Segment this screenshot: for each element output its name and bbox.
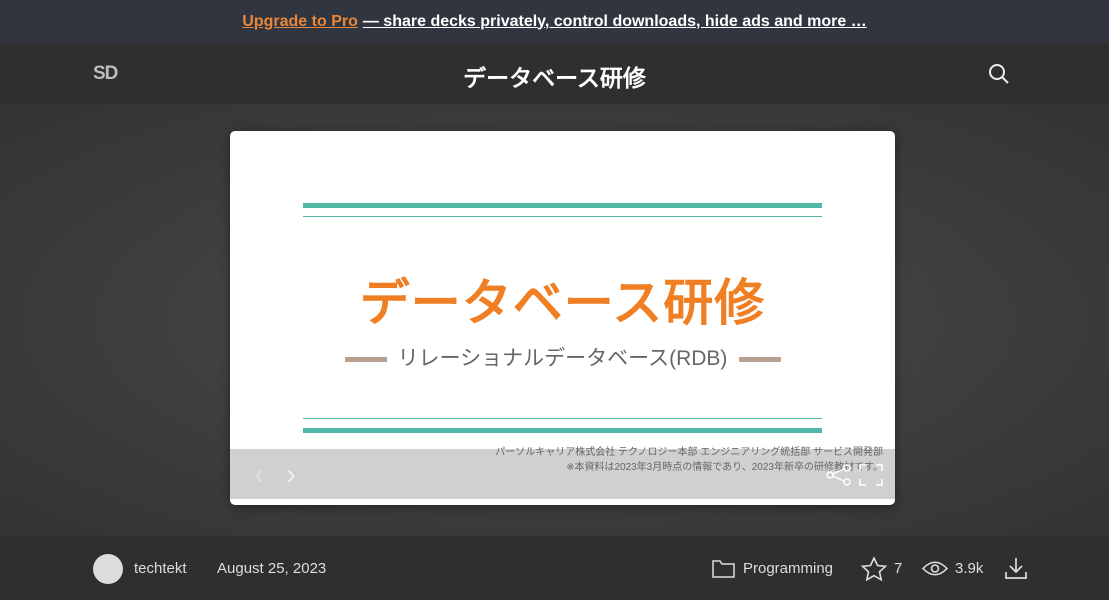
star-count: 7	[894, 560, 903, 577]
upgrade-pro-link[interactable]: Upgrade to Pro	[242, 13, 358, 31]
slide-viewer[interactable]: データベース研修 リレーショナルデータベース(RDB) パーソルキャリア株式会社…	[230, 131, 895, 505]
fullscreen-icon[interactable]	[859, 464, 883, 486]
publish-date: August 25, 2023	[217, 560, 327, 577]
folder-icon	[712, 560, 735, 578]
upgrade-details-link[interactable]: — share decks privately, control downloa…	[363, 13, 867, 31]
slide-subtitle: リレーショナルデータベース(RDB)	[397, 347, 728, 370]
search-icon[interactable]	[988, 63, 1010, 85]
bottom-rule-thick	[303, 428, 822, 433]
deck-footer: techtekt August 25, 2023 Programming 7 3…	[0, 536, 1109, 600]
top-header: SD データベース研修	[0, 43, 1109, 104]
download-icon[interactable]	[1004, 556, 1028, 580]
star-icon[interactable]	[861, 557, 887, 581]
upgrade-banner: Upgrade to Pro — share decks privately, …	[0, 0, 1109, 43]
author-link[interactable]: techtekt	[134, 560, 187, 577]
credit-line-1: パーソルキャリア株式会社 テクノロジー本部 エンジニアリング統括部 サービス開発…	[495, 447, 883, 458]
page-title: データベース研修	[463, 65, 646, 91]
slide-title: データベース研修	[359, 275, 766, 331]
top-rule-thick	[303, 203, 822, 208]
next-slide-button[interactable]: ›	[286, 460, 296, 490]
bottom-rule-thin	[303, 418, 822, 419]
credit-line-2: ※本資料は2023年3月時点の情報であり、2023年新卒の研修教材です。	[566, 462, 883, 473]
share-icon[interactable]	[826, 464, 852, 486]
subtitle-dash-right	[739, 357, 781, 362]
slide-stage: データベース研修 リレーショナルデータベース(RDB) パーソルキャリア株式会社…	[0, 104, 1109, 536]
eye-icon	[922, 561, 948, 576]
category-link[interactable]: Programming	[743, 560, 833, 577]
view-count: 3.9k	[955, 560, 984, 577]
prev-slide-button[interactable]: ‹	[254, 460, 264, 490]
slide-credit: パーソルキャリア株式会社 テクノロジー本部 エンジニアリング統括部 サービス開発…	[495, 445, 883, 475]
author-avatar[interactable]	[93, 554, 123, 584]
top-rule-thin	[303, 216, 822, 217]
